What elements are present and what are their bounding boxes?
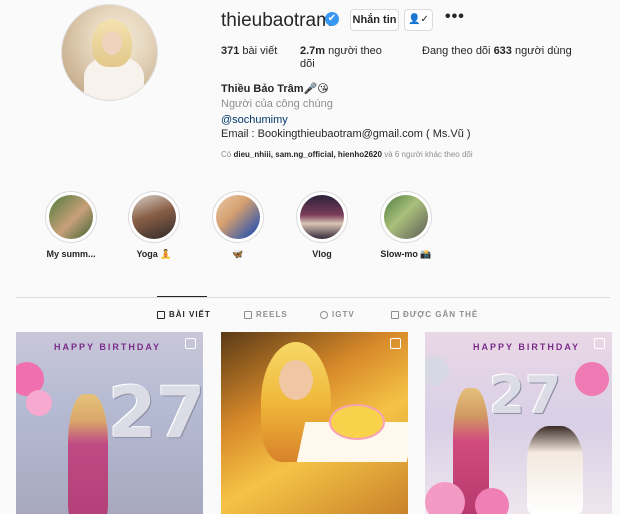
followed-by-text[interactable]: Có dieu_nhiii, sam.ng_official, hienho26… <box>221 150 473 159</box>
post-thumbnail[interactable]: HAPPY BIRTHDAY 27 <box>425 332 612 514</box>
message-button[interactable]: Nhắn tin <box>350 9 399 31</box>
post-thumbnail[interactable] <box>221 332 408 514</box>
number-balloon: 27 <box>108 372 203 454</box>
multi-select-icon <box>185 338 196 349</box>
reels-icon <box>244 310 252 319</box>
verified-badge-icon: ✔ <box>325 12 339 26</box>
full-name: Thiều Bảo Trâm🎤😘 <box>221 83 329 95</box>
face <box>279 360 313 400</box>
highlight-cover <box>300 195 344 239</box>
balloon <box>575 362 609 396</box>
multi-select-icon <box>390 338 401 349</box>
person <box>68 394 108 514</box>
following-count[interactable]: Đang theo dõi 633 người dùng <box>422 45 572 58</box>
check-icon: ✓ <box>420 14 429 25</box>
person-icon: 👤 <box>408 14 421 25</box>
highlight-label: 🦋 <box>232 249 244 259</box>
active-tab-indicator <box>157 296 207 297</box>
multi-select-icon <box>594 338 605 349</box>
highlight-cover <box>49 195 93 239</box>
balloon <box>475 488 509 514</box>
tab-igtv[interactable]: IGTV <box>320 310 355 319</box>
tab-reels[interactable]: REELS <box>244 310 288 319</box>
username: thieubaotram <box>221 10 332 31</box>
tab-posts[interactable]: BÀI VIẾT <box>157 310 211 319</box>
profile-avatar[interactable] <box>61 4 158 101</box>
bio-mention-link[interactable]: @sochumimy <box>221 114 288 126</box>
posts-count: 371 bài viết <box>221 45 278 57</box>
highlight-item[interactable]: 🦋 <box>208 191 268 260</box>
highlight-cover <box>132 195 176 239</box>
birthday-cake <box>329 404 385 440</box>
bio-email: Email : Bookingthieubaotram@gmail.com ( … <box>221 128 471 140</box>
highlight-cover <box>384 195 428 239</box>
igtv-icon <box>320 310 328 319</box>
post-thumbnail[interactable]: HAPPY BIRTHDAY 27 <box>16 332 203 514</box>
highlight-label: Vlog <box>312 249 332 259</box>
more-options-icon[interactable]: ••• <box>445 8 465 26</box>
highlight-item[interactable]: Vlog <box>292 191 352 259</box>
followers-count[interactable]: 2.7m người theo dõi <box>300 45 390 71</box>
following-button[interactable]: 👤✓ <box>404 9 433 31</box>
birthday-banner: HAPPY BIRTHDAY <box>54 342 162 352</box>
highlight-label: Slow-mo 📸 <box>380 249 432 259</box>
highlight-label: My summ... <box>46 249 96 259</box>
tabs-divider <box>16 297 610 298</box>
person <box>527 426 583 514</box>
birthday-banner: HAPPY BIRTHDAY <box>473 342 581 352</box>
balloon <box>26 390 52 416</box>
number-balloon: 27 <box>489 366 562 426</box>
highlight-item[interactable]: Yoga 🧘 <box>124 191 184 260</box>
highlight-label: Yoga 🧘 <box>136 249 172 259</box>
grid-icon <box>157 310 165 319</box>
highlight-item[interactable]: My summ... <box>41 191 101 259</box>
highlight-cover <box>216 195 260 239</box>
balloon <box>425 482 465 514</box>
highlight-item[interactable]: Slow-mo 📸 <box>376 191 436 260</box>
category-label: Người của công chúng <box>221 98 333 110</box>
tab-tagged[interactable]: ĐƯỢC GẮN THẺ <box>391 310 478 319</box>
balloon <box>425 356 449 386</box>
tagged-icon <box>391 310 399 319</box>
